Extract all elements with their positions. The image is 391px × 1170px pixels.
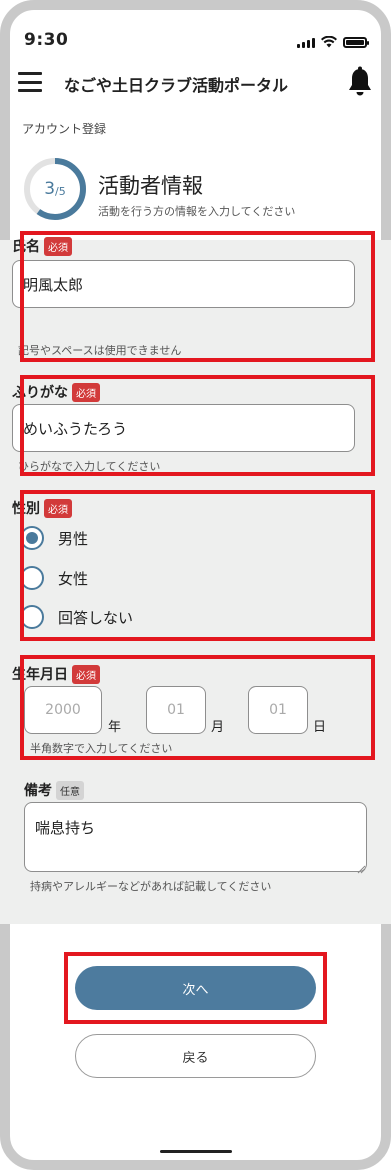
bell-icon[interactable] xyxy=(347,66,373,98)
notes-field: 備考 任意 喘息持ち 持病やアレルギーなどがあれば記載してください xyxy=(12,780,367,900)
app-header: なごや土日クラブ活動ポータル xyxy=(0,62,391,106)
breadcrumb: アカウント登録 xyxy=(22,122,107,136)
home-indicator xyxy=(160,1150,232,1153)
highlight-box-next xyxy=(64,952,327,1024)
wifi-icon xyxy=(321,36,337,48)
hamburger-menu-icon[interactable] xyxy=(18,72,42,92)
section-title: 活動者情報 xyxy=(98,174,203,198)
notes-label-text: 備考 xyxy=(24,783,52,799)
highlight-box-kana xyxy=(20,375,375,476)
status-time: 9:30 xyxy=(24,30,69,50)
notes-textarea[interactable]: 喘息持ち xyxy=(24,802,367,872)
notes-hint: 持病やアレルギーなどがあれば記載してください xyxy=(30,880,272,893)
step-total: /5 xyxy=(55,185,66,198)
step-counter: 3/5 xyxy=(22,156,88,222)
notes-label: 備考 任意 xyxy=(24,780,84,800)
battery-icon xyxy=(343,37,369,48)
signal-icon xyxy=(297,38,315,48)
status-icons xyxy=(297,36,369,48)
optional-badge: 任意 xyxy=(56,780,84,800)
highlight-box-gender xyxy=(20,490,375,641)
app-title: なごや土日クラブ活動ポータル xyxy=(64,76,289,95)
back-button[interactable]: 戻る xyxy=(75,1034,316,1078)
resize-handle-icon[interactable] xyxy=(356,864,366,874)
step-current: 3 xyxy=(44,179,56,199)
highlight-box-birthday xyxy=(20,655,375,760)
step-progress: 3/5 xyxy=(22,156,88,222)
section-subtitle: 活動を行う方の情報を入力してください xyxy=(98,205,296,218)
highlight-box-name xyxy=(20,231,375,362)
